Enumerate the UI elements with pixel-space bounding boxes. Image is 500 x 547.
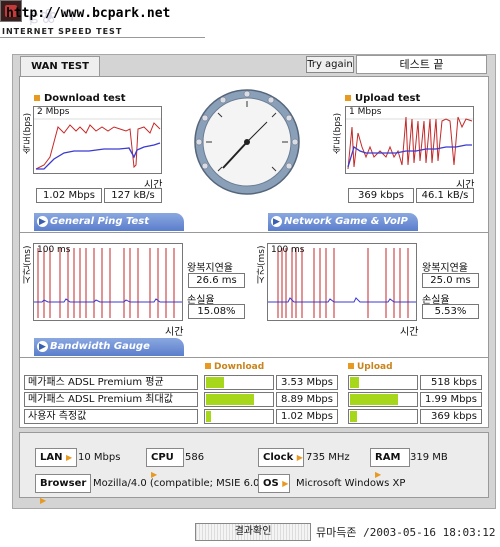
os-value: Microsoft Windows XP	[296, 478, 406, 489]
triangle-icon: ▶	[65, 453, 73, 462]
upload-gauge-fill	[350, 377, 359, 388]
upload-title: Upload test	[345, 93, 420, 104]
triangle-icon: ▶	[40, 496, 47, 505]
ping-rtt-label: 왕복지연율	[187, 263, 233, 274]
upload-value: 1.99 Mbps	[420, 392, 482, 407]
general-ping-title: General Ping Test	[50, 216, 150, 227]
arrow-icon: ▶	[39, 342, 46, 352]
upload-speed-bytes: 46.1 kB/s	[416, 188, 474, 203]
clock-label: Clock ▶	[258, 448, 304, 467]
download-gauge	[204, 409, 274, 424]
triangle-icon: ▶	[296, 453, 303, 462]
upload-scale: 1 Mbps	[349, 107, 382, 117]
bandwidth-gauge-banner: ▶ Bandwidth Gauge	[34, 338, 184, 356]
status-display: 테스트 끝	[356, 55, 487, 74]
upload-gauge	[348, 409, 418, 424]
download-speed-bytes: 127 kB/s	[104, 188, 162, 203]
download-value: 8.89 Mbps	[276, 392, 338, 407]
bandwidth-upload-header: Upload	[348, 362, 393, 372]
bandwidth-row-label: 메가패스 ADSL Premium 평균	[24, 375, 198, 390]
download-gauge	[204, 375, 274, 390]
bandwidth-row-label: 메가패스 ADSL Premium 최대값	[24, 392, 198, 407]
download-scale: 2 Mbps	[37, 107, 70, 117]
section-divider	[20, 357, 488, 358]
header-divider	[0, 37, 205, 38]
download-gauge-fill	[206, 411, 211, 422]
section-divider	[20, 232, 488, 233]
arrow-icon: ▶	[273, 217, 280, 227]
download-gauge-fill	[206, 377, 224, 388]
os-label: OS ▶	[258, 474, 290, 493]
lan-value: 10 Mbps	[78, 452, 121, 463]
upload-speed-bps: 369 kbps	[348, 188, 414, 203]
upload-gauge	[348, 392, 418, 407]
bandwidth-download-header: Download	[205, 362, 264, 372]
general-ping-banner: ▶ General Ping Test	[34, 213, 184, 231]
tab-wan-test[interactable]: WAN TEST	[20, 56, 100, 76]
upload-gauge	[348, 375, 418, 390]
speedometer-gauge	[193, 88, 301, 196]
clock-value: 735 MHz	[306, 452, 350, 463]
download-value: 3.53 Mbps	[276, 375, 338, 390]
cpu-label: CPU ▶	[146, 448, 184, 479]
ping-rtt-value: 26.6 ms	[188, 273, 245, 288]
browser-value: Mozilla/4.0 (compatible; MSIE 6.0	[93, 478, 260, 489]
game-scale: 100 ms	[271, 245, 305, 255]
try-again-button[interactable]: Try again	[306, 56, 354, 73]
upload-gauge-fill	[350, 394, 398, 405]
download-gauge-fill	[206, 394, 254, 405]
game-rtt-label: 왕복지연율	[422, 263, 468, 274]
upload-y-label: 속도(bps)	[333, 112, 343, 154]
game-x-label: 시간	[400, 327, 419, 338]
download-title: Download test	[34, 93, 126, 104]
game-loss-value: 5.53%	[422, 304, 479, 319]
lan-label: LAN ▶	[35, 448, 77, 467]
ram-label: RAM ▶	[370, 448, 410, 479]
bandwidth-row-label: 사용자 측정값	[24, 409, 198, 424]
download-speed-bps: 1.02 Mbps	[36, 188, 102, 203]
network-game-banner: ▶ Network Game & VoIP Test	[268, 213, 418, 245]
ping-loss-value: 15.08%	[188, 304, 245, 319]
upload-value: 518 kbps	[420, 375, 482, 390]
arrow-icon: ▶	[39, 217, 46, 227]
download-value: 1.02 Mbps	[276, 409, 338, 424]
test-timestamp: 뮤마득존 /2003-05-16 18:03:12	[316, 526, 496, 539]
download-gauge	[204, 392, 274, 407]
upload-gauge-fill	[350, 411, 357, 422]
game-rtt-value: 25.0 ms	[422, 273, 479, 288]
confirm-results-button[interactable]: 결과확인	[195, 523, 311, 541]
ram-value: 319 MB	[410, 452, 448, 463]
ping-scale: 100 ms	[37, 245, 71, 255]
cpu-value: 586	[185, 452, 205, 463]
bandwidth-gauge-title: Bandwidth Gauge	[50, 341, 150, 352]
upload-value: 369 kbps	[420, 409, 482, 424]
site-url: http://www.bcpark.net	[6, 6, 171, 21]
app-title: INTERNET SPEED TEST	[2, 27, 123, 36]
triangle-icon: ▶	[282, 479, 289, 488]
browser-label: Browser ▶	[35, 474, 91, 505]
ping-x-label: 시간	[165, 327, 184, 338]
